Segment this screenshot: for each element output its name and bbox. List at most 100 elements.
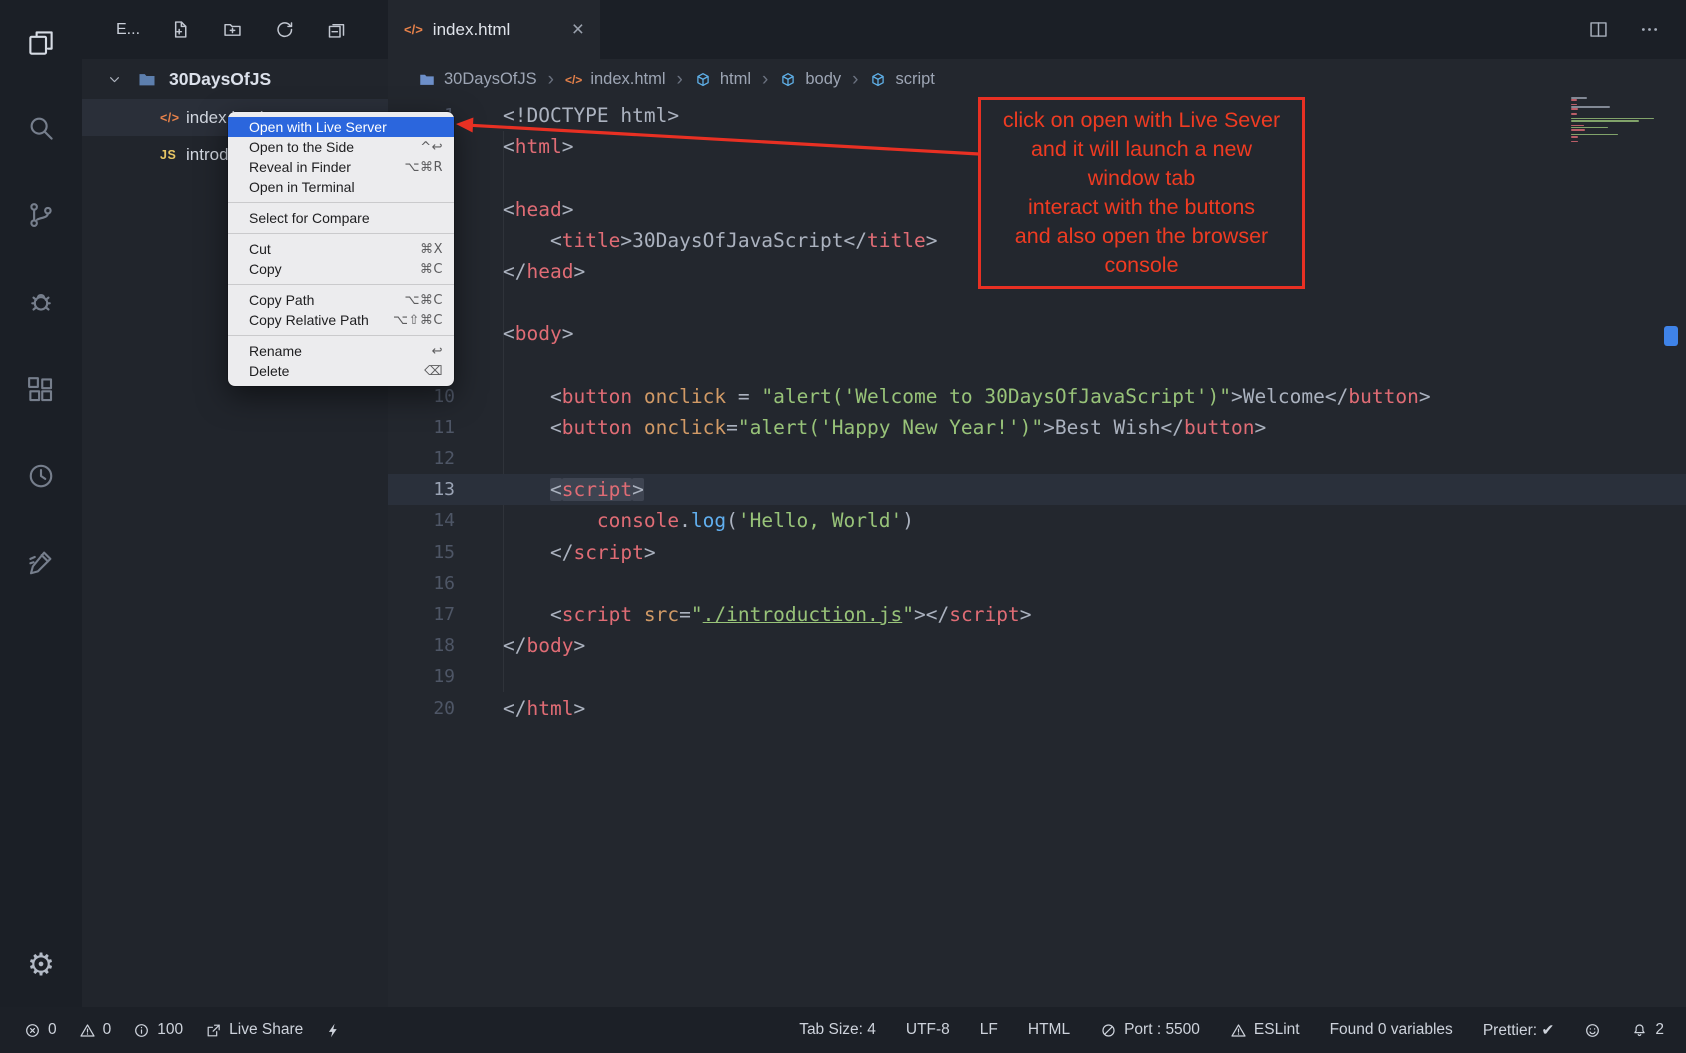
smiley-icon [1584,1022,1601,1039]
menu-item-cut[interactable]: Cut⌘X [228,239,454,259]
code-segment: title [562,229,621,252]
status-item-100[interactable]: 100 [133,1021,183,1039]
new-file-icon[interactable] [170,19,191,40]
status-item-label: Prettier: ✔ [1483,1021,1555,1040]
code-line-9[interactable]: 9 [388,350,1686,381]
status-item-Tab Size: 4[interactable]: Tab Size: 4 [799,1021,876,1039]
menu-separator [228,233,454,234]
collapse-all-icon[interactable] [326,19,347,40]
live-share-icon [205,1022,222,1039]
menu-item-select-for-compare[interactable]: Select for Compare [228,208,454,228]
code-line-20[interactable]: 20</html> [388,693,1686,724]
clock-icon[interactable] [26,461,56,491]
menu-item-delete[interactable]: Delete⌫ [228,361,454,381]
menu-item-reveal-in-finder[interactable]: Reveal in Finder⌥⌘R [228,157,454,177]
breadcrumb-item-index.html[interactable]: </>index.html [565,70,666,89]
code-segment: button [1184,416,1254,439]
breadcrumb-item-html[interactable]: html [694,70,751,89]
menu-item-open-with-live-server[interactable]: Open with Live Server [228,117,454,137]
menu-item-label: Copy Path [249,292,314,308]
info-icon [133,1022,150,1039]
code-line-17[interactable]: 17 <script src="./introduction.js"></scr… [388,599,1686,630]
menu-item-open-to-the-side[interactable]: Open to the Side^↩ [228,137,454,157]
extensions-icon[interactable] [26,375,56,405]
menu-item-rename[interactable]: Rename↩ [228,341,454,361]
code-line-8[interactable]: 8<body> [388,318,1686,349]
line-number: 19 [388,661,455,692]
folder-icon [137,70,157,90]
tab-close-icon[interactable]: × [572,21,584,39]
breadcrumb-item-30DaysOfJS[interactable]: 30DaysOfJS [418,70,537,89]
chevron-down-icon [106,71,123,88]
code-segment: console [597,509,679,532]
line-number: 13 [388,474,455,505]
new-folder-icon[interactable] [222,19,243,40]
sidebar-header: E... [82,0,388,59]
more-actions-icon[interactable] [1639,19,1660,40]
status-item-Prettier: ✔[interactable]: Prettier: ✔ [1483,1021,1555,1040]
code-line-19[interactable]: 19 [388,661,1686,692]
breadcrumb-item-body[interactable]: body [779,70,841,89]
status-item-Port : 5500[interactable]: Port : 5500 [1100,1021,1200,1039]
debug-icon[interactable] [26,287,56,317]
code-line-12[interactable]: 12 [388,443,1686,474]
bell-icon [1631,1022,1648,1039]
pen-icon[interactable] [26,547,56,577]
status-item-HTML[interactable]: HTML [1028,1021,1070,1039]
code-segment [503,478,550,501]
code-line-11[interactable]: 11 <button onclick="alert('Happy New Yea… [388,412,1686,443]
sidebar-actions [170,19,347,40]
status-item-2[interactable]: 2 [1631,1021,1664,1039]
code-line-18[interactable]: 18</body> [388,630,1686,661]
code-segment: > [926,229,938,252]
html-file-icon: </> [160,111,186,125]
code-line-15[interactable]: 15 </script> [388,537,1686,568]
settings-gear-icon[interactable]: ⚙ [26,950,56,980]
code-line-10[interactable]: 10 <button onclick = "alert('Welcome to … [388,381,1686,412]
code-segment: " [902,603,914,626]
menu-item-copy[interactable]: Copy⌘C [228,259,454,279]
context-menu: Open with Live ServerOpen to the Side^↩R… [228,112,454,386]
code-line-7[interactable]: 7 [388,287,1686,318]
code-segment: title [867,229,926,252]
code-text [455,661,503,692]
code-segment: < [503,135,515,158]
code-text: </html> [455,693,585,724]
files-icon[interactable] [26,28,56,58]
status-item-Found 0 variables[interactable]: Found 0 variables [1330,1021,1453,1039]
status-item-0[interactable]: 0 [79,1021,112,1039]
status-item-LF[interactable]: LF [980,1021,998,1039]
code-segment: "alert('Welcome to 30DaysOfJavaScript')" [761,385,1231,408]
breadcrumb-label: index.html [590,70,665,89]
code-line-14[interactable]: 14 console.log('Hello, World') [388,505,1686,536]
menu-item-shortcut: ⌘C [420,262,443,277]
breadcrumb-item-script[interactable]: script [869,70,934,89]
code-line-13[interactable]: 13 <script> [388,474,1686,505]
source-control-icon[interactable] [26,200,56,230]
menu-item-open-in-terminal[interactable]: Open in Terminal [228,177,454,197]
line-number: 17 [388,599,455,630]
menu-item-copy-relative-path[interactable]: Copy Relative Path⌥⇧⌘C [228,310,454,330]
code-text: </head> [455,256,585,287]
status-item-UTF-8[interactable]: UTF-8 [906,1021,950,1039]
status-item-0[interactable]: 0 [24,1021,57,1039]
folder-row-30daysofjs[interactable]: 30DaysOfJS [82,61,388,98]
search-icon[interactable] [26,113,56,143]
code-segment: > [573,260,585,283]
code-text [455,443,503,474]
tab-bar: </> index.html × [388,0,1686,59]
status-item-lightning-icon[interactable] [325,1022,342,1039]
code-line-16[interactable]: 16 [388,568,1686,599]
tab-index-html[interactable]: </> index.html × [388,0,600,59]
code-text: <button onclick = "alert('Welcome to 30D… [455,381,1431,412]
status-item-smiley-icon[interactable] [1584,1022,1601,1039]
minimap[interactable] [1568,97,1663,143]
circle-slash-icon [1100,1022,1117,1039]
refresh-icon[interactable] [274,19,295,40]
breadcrumb-label: html [720,70,751,89]
status-item-Live Share[interactable]: Live Share [205,1021,303,1039]
code-text: <script src="./introduction.js"></script… [455,599,1031,630]
split-editor-icon[interactable] [1588,19,1609,40]
menu-item-copy-path[interactable]: Copy Path⌥⌘C [228,290,454,310]
status-item-ESLint[interactable]: ESLint [1230,1021,1300,1039]
